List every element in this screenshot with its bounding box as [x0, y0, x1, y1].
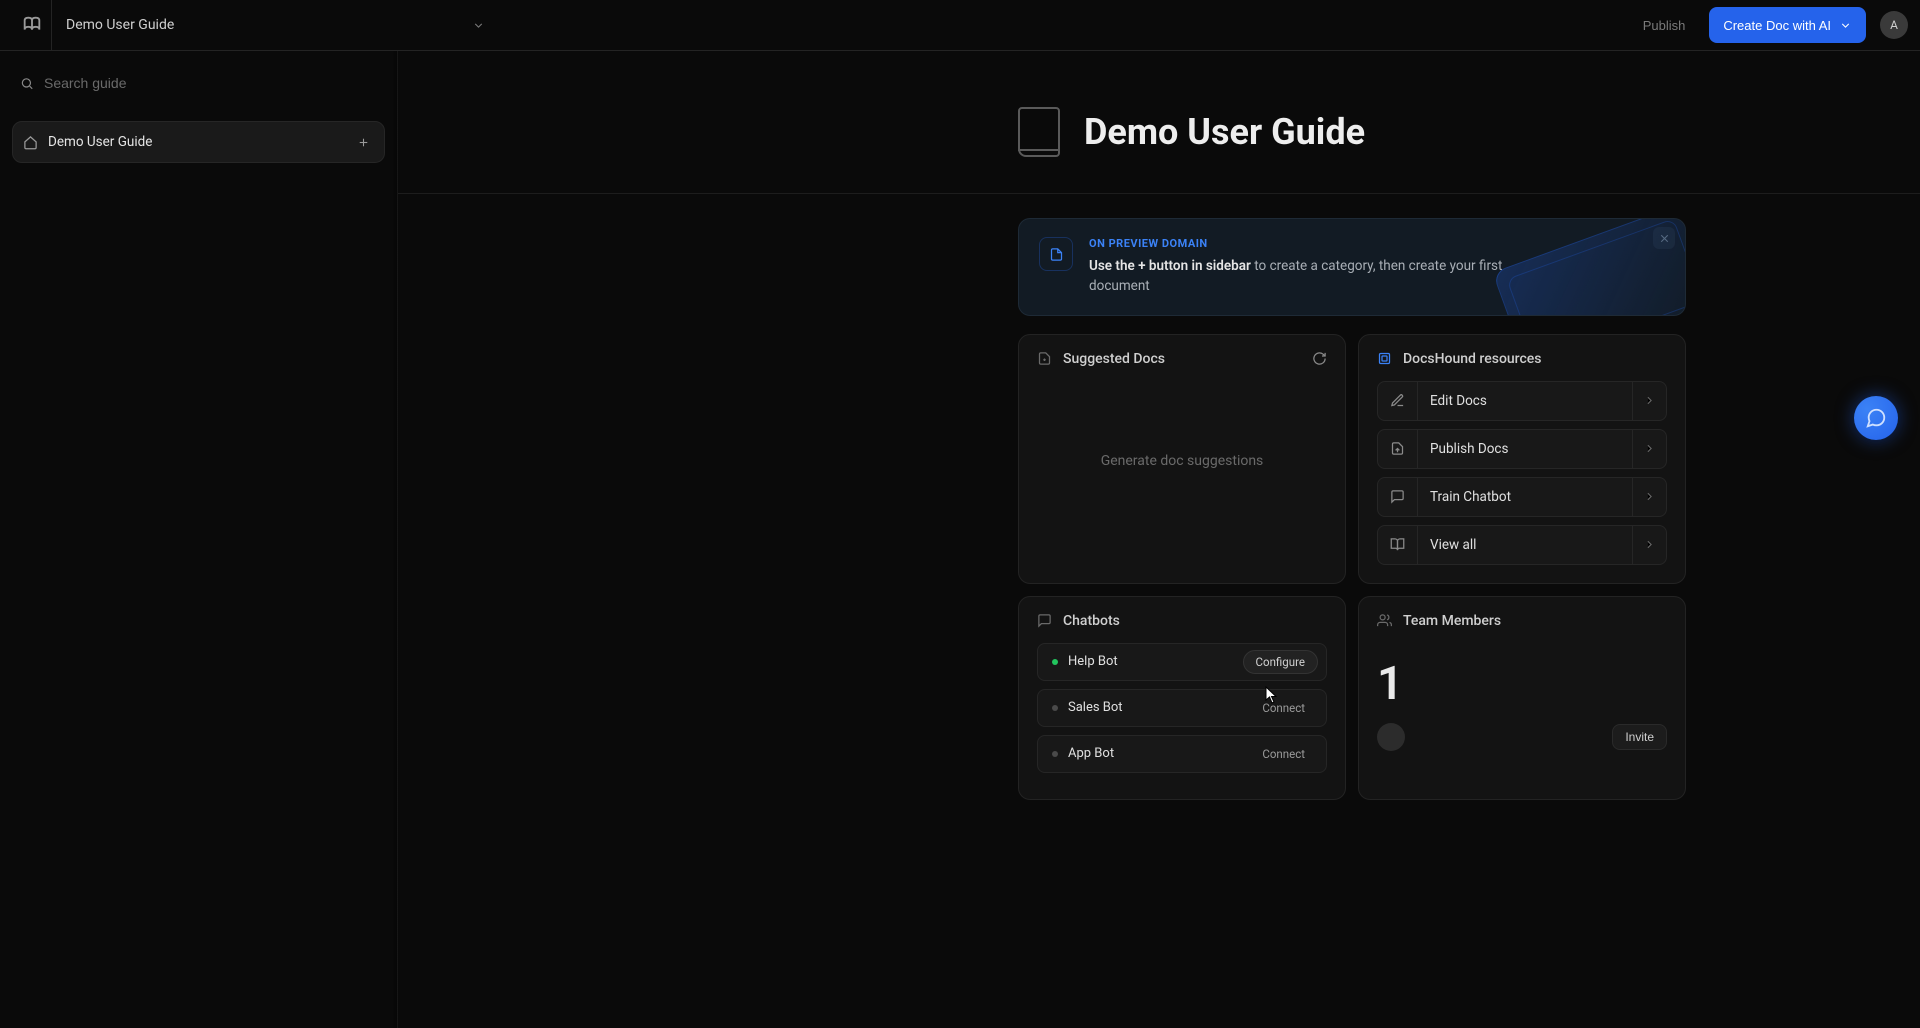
book-icon [1018, 107, 1060, 157]
configure-button[interactable]: Configure [1243, 650, 1318, 674]
bot-icon [1037, 613, 1053, 629]
note-icon [1039, 237, 1073, 271]
doc-add-icon [1037, 351, 1053, 367]
edit-icon [1390, 393, 1405, 408]
chatbot-name: Help Bot [1068, 654, 1233, 669]
resource-train-chatbot[interactable]: Train Chatbot [1377, 477, 1667, 517]
create-doc-button[interactable]: Create Doc with AI [1709, 7, 1866, 43]
chatbot-row: App Bot Connect [1037, 735, 1327, 773]
chevron-down-icon [1839, 19, 1852, 32]
home-icon [23, 135, 38, 150]
chatbots-card: Chatbots Help Bot Configure Sales Bot Co… [1018, 596, 1346, 800]
banner-decoration [1492, 218, 1686, 316]
chevron-right-icon [1643, 490, 1656, 503]
chatbot-row: Sales Bot Connect [1037, 689, 1327, 727]
suggested-docs-card: Suggested Docs Generate doc suggestions [1018, 334, 1346, 584]
banner-text-bold: Use the + button in sidebar [1089, 258, 1251, 274]
create-doc-label: Create Doc with AI [1723, 18, 1831, 33]
app-logo[interactable] [12, 0, 52, 50]
refresh-icon [1312, 351, 1327, 366]
resource-label: View all [1418, 537, 1632, 553]
chevron-right-icon [1643, 538, 1656, 551]
breadcrumb-dropdown[interactable] [464, 11, 492, 39]
book-open-icon [1390, 537, 1405, 552]
resource-label: Train Chatbot [1418, 489, 1632, 505]
invite-button[interactable]: Invite [1612, 724, 1667, 750]
sidebar: Demo User Guide [0, 51, 398, 1028]
sidebar-root-label: Demo User Guide [48, 134, 342, 150]
chatbots-title: Chatbots [1063, 613, 1327, 629]
status-dot-inactive [1052, 705, 1058, 711]
avatar[interactable]: A [1880, 11, 1908, 39]
app-header: Demo User Guide Publish Create Doc with … [0, 0, 1920, 51]
sidebar-add-button[interactable] [352, 131, 374, 153]
chat-bubble-icon [1865, 407, 1887, 429]
connect-button[interactable]: Connect [1249, 696, 1318, 720]
resource-view-all[interactable]: View all [1377, 525, 1667, 565]
resource-label: Edit Docs [1418, 393, 1632, 409]
status-dot-active [1052, 659, 1058, 665]
resource-label: Publish Docs [1418, 441, 1632, 457]
resources-list: Edit Docs Publish Docs Train Chatbot [1377, 381, 1667, 565]
resource-publish-docs[interactable]: Publish Docs [1377, 429, 1667, 469]
chevron-down-icon [472, 19, 485, 32]
publish-button[interactable]: Publish [1629, 10, 1700, 41]
chatbot-row: Help Bot Configure [1037, 643, 1327, 681]
assistant-fab[interactable] [1854, 396, 1898, 440]
sidebar-root-item[interactable]: Demo User Guide [12, 121, 385, 163]
banner-tag: ON PREVIEW DOMAIN [1089, 237, 1519, 250]
chatbot-name: App Bot [1068, 746, 1239, 761]
team-members-card: Team Members 1 Invite [1358, 596, 1686, 800]
team-count: 1 [1377, 657, 1667, 711]
team-title: Team Members [1403, 613, 1667, 629]
plus-icon [357, 136, 370, 149]
chat-icon [1390, 489, 1405, 504]
upload-doc-icon [1390, 441, 1405, 456]
onboarding-banner: ON PREVIEW DOMAIN Use the + button in si… [1018, 218, 1686, 316]
breadcrumb-title: Demo User Guide [66, 17, 174, 33]
chevron-right-icon [1643, 394, 1656, 407]
suggested-title: Suggested Docs [1063, 351, 1302, 367]
banner-text: Use the + button in sidebar to create a … [1089, 256, 1519, 297]
users-icon [1377, 613, 1393, 629]
chatbot-name: Sales Bot [1068, 700, 1239, 715]
page-title: Demo User Guide [1084, 111, 1365, 153]
connect-button[interactable]: Connect [1249, 742, 1318, 766]
search-icon [20, 76, 34, 91]
chevron-right-icon [1643, 442, 1656, 455]
resources-card: DocsHound resources Edit Docs Publish Do… [1358, 334, 1686, 584]
logo-icon [21, 14, 43, 36]
suggested-refresh-button[interactable] [1312, 351, 1327, 366]
suggested-empty-text: Generate doc suggestions [1037, 381, 1327, 541]
member-avatar[interactable] [1377, 723, 1405, 751]
search-row[interactable] [12, 61, 385, 105]
resource-edit-docs[interactable]: Edit Docs [1377, 381, 1667, 421]
resources-title: DocsHound resources [1403, 351, 1667, 367]
resources-icon [1377, 351, 1393, 367]
main-content: Demo User Guide ON PREVIEW DOMAIN Us [398, 51, 1920, 1028]
search-input[interactable] [44, 75, 377, 91]
status-dot-inactive [1052, 751, 1058, 757]
page-hero: Demo User Guide [398, 51, 1920, 194]
